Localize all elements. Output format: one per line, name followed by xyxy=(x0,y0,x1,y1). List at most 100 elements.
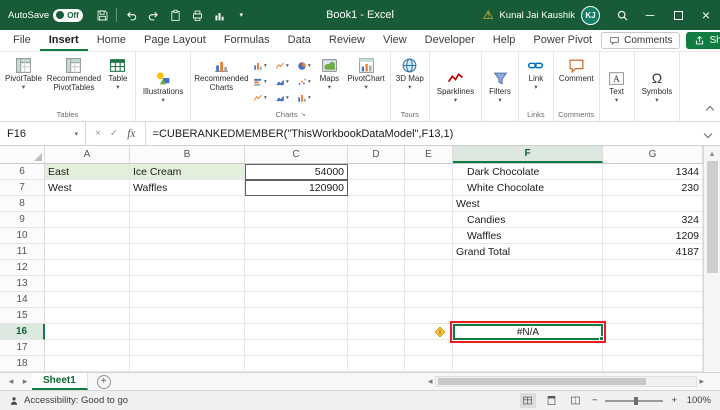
cell-B16[interactable] xyxy=(130,324,245,340)
cell-D10[interactable] xyxy=(348,228,405,244)
text-button[interactable]: Text ▾ xyxy=(602,54,632,121)
row-header-9[interactable]: 9 xyxy=(0,212,45,228)
cell-G7[interactable]: 230 xyxy=(603,180,703,196)
share-button[interactable]: Share ▾ xyxy=(686,32,720,49)
horizontal-scroll-thumb[interactable] xyxy=(437,378,647,385)
customize-quick-access-icon[interactable]: ▾ xyxy=(230,3,252,27)
column-header-F[interactable]: F xyxy=(453,146,603,163)
row-header-8[interactable]: 8 xyxy=(0,196,45,212)
tab-page-layout[interactable]: Page Layout xyxy=(135,30,215,51)
cell-C16[interactable] xyxy=(245,324,348,340)
cell-E7[interactable] xyxy=(405,180,453,196)
vertical-scrollbar[interactable]: ▴ xyxy=(703,146,720,372)
horizontal-scrollbar[interactable]: ◂ ▸ xyxy=(428,376,704,387)
row-header-14[interactable]: 14 xyxy=(0,292,45,308)
cell-F6[interactable]: Dark Chocolate xyxy=(453,164,603,180)
cell-C14[interactable] xyxy=(245,292,348,308)
cell-C7[interactable]: 120900 xyxy=(245,180,348,196)
cell-G16[interactable] xyxy=(603,324,703,340)
cell-B13[interactable] xyxy=(130,276,245,292)
cell-B9[interactable] xyxy=(130,212,245,228)
sheet-nav-right-icon[interactable]: ▸ xyxy=(18,376,32,387)
pie-chart-button[interactable]: ▾ xyxy=(293,58,314,73)
row-header-11[interactable]: 11 xyxy=(0,244,45,260)
cell-D15[interactable] xyxy=(348,308,405,324)
cell-F17[interactable] xyxy=(453,340,603,356)
cell-A12[interactable] xyxy=(45,260,130,276)
cell-C18[interactable] xyxy=(245,356,348,372)
column-header-D[interactable]: D xyxy=(348,146,405,163)
tab-help[interactable]: Help xyxy=(484,30,525,51)
cell-D6[interactable] xyxy=(348,164,405,180)
cell-D8[interactable] xyxy=(348,196,405,212)
avatar[interactable]: KJ xyxy=(581,5,600,25)
cell-A11[interactable] xyxy=(45,244,130,260)
error-checking-icon[interactable] xyxy=(434,326,446,338)
column-chart-button[interactable]: ▾ xyxy=(249,58,270,73)
undo-icon[interactable] xyxy=(120,3,142,27)
area-chart-button[interactable]: ▾ xyxy=(271,74,292,89)
illustrations-button[interactable]: Illustrations ▾ xyxy=(138,54,188,121)
cell-G17[interactable] xyxy=(603,340,703,356)
add-sheet-button[interactable]: + xyxy=(96,374,111,389)
cell-A7[interactable]: West xyxy=(45,180,130,196)
column-header-B[interactable]: B xyxy=(130,146,245,163)
cell-E9[interactable] xyxy=(405,212,453,228)
redo-icon[interactable] xyxy=(142,3,164,27)
link-button[interactable]: Link ▾ xyxy=(521,54,551,91)
enter-icon[interactable]: ✓ xyxy=(110,128,118,139)
cell-A17[interactable] xyxy=(45,340,130,356)
cell-F11[interactable]: Grand Total xyxy=(453,244,603,260)
pivottable-button[interactable]: PivotTable ▾ xyxy=(2,54,45,91)
tab-insert[interactable]: Insert xyxy=(39,30,88,51)
cell-B12[interactable] xyxy=(130,260,245,276)
bar-chart-button[interactable]: ▾ xyxy=(249,74,270,89)
tab-developer[interactable]: Developer xyxy=(416,30,484,51)
cell-F9[interactable]: Candies xyxy=(453,212,603,228)
formula-bar-expand-icon[interactable] xyxy=(696,122,720,145)
cell-F14[interactable] xyxy=(453,292,603,308)
comments-button[interactable]: Comments xyxy=(601,32,681,49)
minimize-button[interactable]: ─ xyxy=(636,0,664,30)
cell-D12[interactable] xyxy=(348,260,405,276)
cell-B15[interactable] xyxy=(130,308,245,324)
cell-B6[interactable]: Ice Cream xyxy=(130,164,245,180)
cell-E11[interactable] xyxy=(405,244,453,260)
recommended-pivottables-button[interactable]: Recommended PivotTables xyxy=(45,54,103,93)
cell-B8[interactable] xyxy=(130,196,245,212)
cell-E16[interactable] xyxy=(405,324,453,340)
cell-E14[interactable] xyxy=(405,292,453,308)
cell-A10[interactable] xyxy=(45,228,130,244)
insert-function-icon[interactable]: fx xyxy=(127,128,135,140)
sheet-tab-sheet1[interactable]: Sheet1 xyxy=(32,373,88,390)
tab-home[interactable]: Home xyxy=(88,30,135,51)
zoom-level[interactable]: 100% xyxy=(685,395,711,406)
table-button[interactable]: Table ▾ xyxy=(103,54,133,91)
cell-B18[interactable] xyxy=(130,356,245,372)
tab-review[interactable]: Review xyxy=(320,30,374,51)
autosave-switch[interactable]: Off xyxy=(53,8,84,22)
zoom-out-button[interactable]: − xyxy=(592,395,598,406)
chart-icon[interactable] xyxy=(208,3,230,27)
cell-C12[interactable] xyxy=(245,260,348,276)
cell-G18[interactable] xyxy=(603,356,703,372)
cell-A9[interactable] xyxy=(45,212,130,228)
cell-C13[interactable] xyxy=(245,276,348,292)
cell-F8[interactable]: West xyxy=(453,196,603,212)
row-header-16[interactable]: 16 xyxy=(0,324,45,340)
cell-B14[interactable] xyxy=(130,292,245,308)
cell-E13[interactable] xyxy=(405,276,453,292)
cell-E17[interactable] xyxy=(405,340,453,356)
name-box[interactable]: F16 ▾ xyxy=(0,122,86,145)
cell-A16[interactable] xyxy=(45,324,130,340)
cell-A13[interactable] xyxy=(45,276,130,292)
cell-F7[interactable]: White Chocolate xyxy=(453,180,603,196)
zoom-slider[interactable] xyxy=(605,396,664,406)
row-header-18[interactable]: 18 xyxy=(0,356,45,372)
tab-file[interactable]: File xyxy=(4,30,40,51)
cell-G13[interactable] xyxy=(603,276,703,292)
cell-D17[interactable] xyxy=(348,340,405,356)
row-header-7[interactable]: 7 xyxy=(0,180,45,196)
cell-C8[interactable] xyxy=(245,196,348,212)
cell-D16[interactable] xyxy=(348,324,405,340)
